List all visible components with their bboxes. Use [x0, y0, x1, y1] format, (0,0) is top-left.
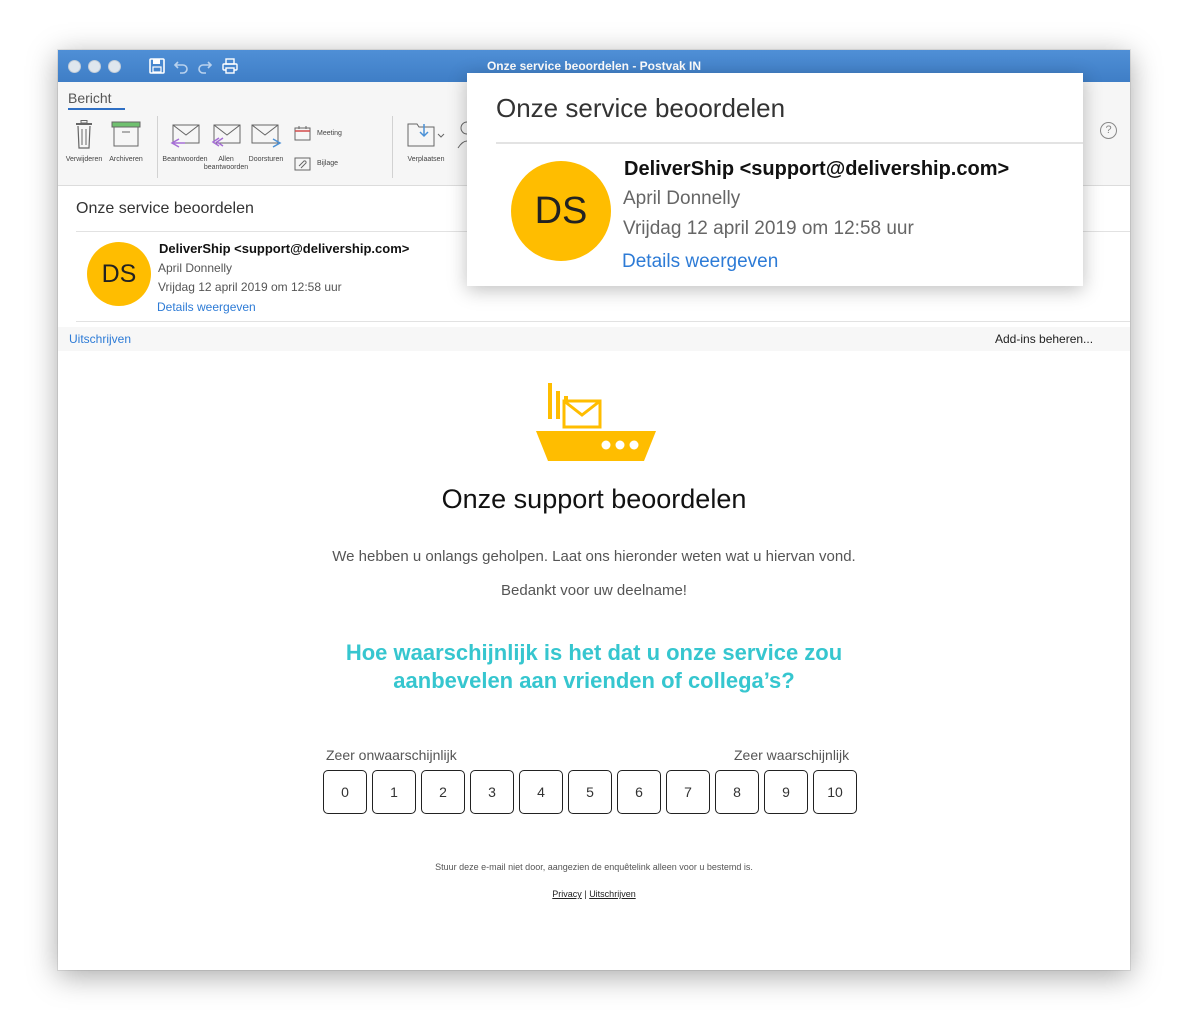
privacy-link[interactable]: Privacy: [552, 889, 582, 899]
survey-heading: Onze support beoordelen: [441, 484, 747, 514]
callout-date: Vrijdag 12 april 2019 om 12:58 uur: [623, 218, 914, 239]
calendar-icon: [294, 126, 311, 141]
sender-avatar: DS: [87, 242, 151, 306]
footer-note: Stuur deze e-mail niet door, aangezien d…: [435, 862, 753, 872]
forward-label: Doorsturen: [248, 156, 284, 163]
move-label: Verplaatsen: [407, 156, 445, 163]
score-button-2[interactable]: 2: [421, 770, 465, 814]
footer-unsubscribe-link[interactable]: Uitschrijven: [589, 889, 636, 899]
details-link[interactable]: Details weergeven: [157, 300, 256, 314]
callout-subject: Onze service beoordelen: [496, 93, 786, 123]
score-button-10[interactable]: 10: [813, 770, 857, 814]
info-bar: [58, 327, 1130, 351]
footer-separator: |: [584, 889, 587, 899]
header-divider: [76, 321, 1130, 322]
manage-addins-link[interactable]: Add-ins beheren...: [995, 332, 1093, 346]
recipient-name: April Donnelly: [158, 261, 233, 275]
meeting-label: Meeting: [317, 130, 342, 137]
score-button-5[interactable]: 5: [568, 770, 612, 814]
score-button-3[interactable]: 3: [470, 770, 514, 814]
tab-bericht[interactable]: Bericht: [68, 90, 112, 106]
nps-question: Hoe waarschijnlijk is het dat u onze ser…: [345, 640, 843, 693]
move-button[interactable]: Verplaatsen: [402, 120, 450, 164]
score-button-0[interactable]: 0: [323, 770, 367, 814]
reply-all-label-1: Allen: [218, 156, 234, 163]
delete-button[interactable]: Verwijderen: [64, 120, 104, 164]
callout-recipient: April Donnelly: [623, 188, 741, 209]
label-unlikely: Zeer onwaarschijnlijk: [326, 747, 457, 763]
callout-details-link[interactable]: Details weergeven: [622, 251, 778, 273]
help-icon[interactable]: ?: [1100, 122, 1117, 139]
score-button-9[interactable]: 9: [764, 770, 808, 814]
delete-label: Verwijderen: [65, 156, 103, 163]
score-button-7[interactable]: 7: [666, 770, 710, 814]
forward-icon: [251, 124, 282, 148]
attachment-label: Bijlage: [317, 160, 339, 167]
label-likely: Zeer waarschijnlijk: [734, 747, 850, 763]
thanks-text: Bedankt voor uw deelname!: [501, 582, 687, 599]
archive-button[interactable]: Archiveren: [106, 120, 146, 164]
score-button-1[interactable]: 1: [372, 770, 416, 814]
intro-text: We hebben u onlangs geholpen. Laat ons h…: [332, 548, 856, 565]
header-zoom-callout: Onze service beoordelen DS DeliverShip <…: [467, 73, 1083, 286]
reply-all-label-2: beantwoorden: [203, 164, 249, 171]
forward-button[interactable]: Doorsturen: [244, 122, 288, 164]
message-subject: Onze service beoordelen: [76, 200, 254, 217]
active-tab-indicator: [68, 108, 125, 110]
ribbon-separator: [392, 116, 393, 178]
trash-icon: [76, 120, 92, 149]
callout-sender: DeliverShip <support@delivership.com>: [624, 158, 1010, 180]
move-folder-icon: [407, 123, 445, 147]
ship-logo-icon: [536, 383, 656, 461]
callout-divider: [496, 142, 1083, 144]
sender-name[interactable]: DeliverShip <support@delivership.com>: [159, 241, 409, 256]
archive-label: Archiveren: [109, 156, 143, 163]
score-button-4[interactable]: 4: [519, 770, 563, 814]
score-button-6[interactable]: 6: [617, 770, 661, 814]
reply-icon: [170, 124, 200, 148]
score-button-8[interactable]: 8: [715, 770, 759, 814]
attachment-icon: [294, 157, 311, 171]
message-date: Vrijdag 12 april 2019 om 12:58 uur: [158, 280, 342, 294]
callout-avatar: DS: [511, 161, 611, 261]
window-title: Onze service beoordelen - Postvak IN: [486, 59, 702, 73]
ribbon-separator: [157, 116, 158, 178]
attachment-button[interactable]: Bijlage: [294, 156, 338, 171]
unsubscribe-link[interactable]: Uitschrijven: [69, 332, 131, 346]
meeting-button[interactable]: Meeting: [294, 126, 342, 141]
reply-all-icon: [211, 124, 241, 147]
footer-links: Privacy | Uitschrijven: [58, 889, 1130, 899]
archive-icon: [111, 121, 141, 147]
